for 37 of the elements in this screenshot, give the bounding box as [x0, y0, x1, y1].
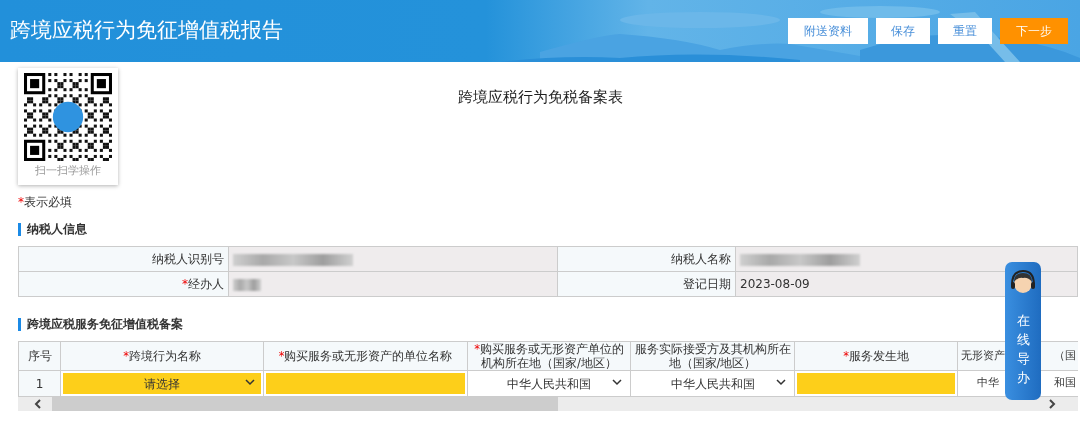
column-header: *购买服务或无形资产单位的机构所在地（国家/地区）: [467, 341, 631, 371]
next-button[interactable]: 下一步: [1000, 18, 1068, 44]
column-header: 序号: [18, 341, 61, 371]
header-button[interactable]: 保存: [876, 18, 930, 44]
online-guide-button[interactable]: 在线导办: [1005, 262, 1041, 400]
scroll-right-icon[interactable]: [1048, 399, 1056, 409]
column-header: （国: [1054, 349, 1076, 363]
column-header: 服务实际接受方及其机构所在地（国家/地区）: [630, 341, 795, 371]
qr-code-icon: [24, 73, 112, 161]
cell-text: 和国: [1054, 375, 1076, 392]
column-header: *购买服务或无形资产的单位名称: [263, 341, 468, 371]
chevron-down-icon: [245, 379, 255, 386]
field-label: 纳税人识别号: [18, 246, 229, 272]
column-header: 无形资产: [961, 349, 1005, 363]
row-number: 1: [18, 370, 61, 397]
chevron-down-icon: [612, 379, 622, 386]
qr-caption: 扫一扫学操作: [35, 163, 101, 179]
guide-label: 在线导办: [1016, 312, 1030, 387]
section-heading: 纳税人信息: [18, 223, 87, 236]
header-button[interactable]: 附送资料: [788, 18, 868, 44]
input-field[interactable]: [266, 373, 465, 394]
required-note: *表示必填: [18, 195, 72, 209]
header-button[interactable]: 重置: [938, 18, 992, 44]
select-field[interactable]: 请选择: [63, 373, 261, 394]
horizontal-scrollbar[interactable]: [18, 397, 1078, 411]
section-heading: 跨境应税服务免征增值税备案: [18, 318, 183, 331]
field-label: 登记日期: [557, 271, 736, 297]
input-field[interactable]: [797, 373, 955, 394]
chevron-down-icon: [776, 379, 786, 386]
page-title: 跨境应税行为免征增值税报告: [10, 17, 283, 45]
column-header: *跨境行为名称: [60, 341, 264, 371]
field-label: *经办人: [18, 271, 229, 297]
cell-text: 中华: [977, 375, 999, 392]
form-title: 跨境应税行为免税备案表: [457, 88, 623, 106]
field-label: 纳税人名称: [557, 246, 736, 272]
column-header: *服务发生地: [794, 341, 958, 371]
scroll-left-icon[interactable]: [34, 399, 42, 409]
